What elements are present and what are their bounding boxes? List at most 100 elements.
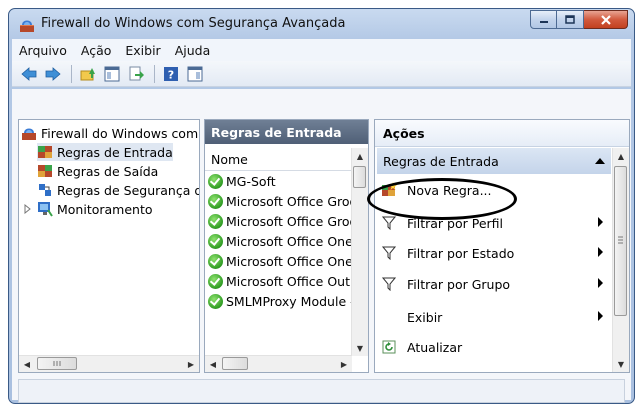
- filter-icon: [381, 215, 397, 231]
- tree-item-regras-de-seguranca[interactable]: Regras de Segurança de: [37, 181, 199, 199]
- main-window: Firewall do Windows com Segurança Avança…: [8, 8, 635, 404]
- action-exibir[interactable]: Exibir: [381, 306, 607, 328]
- scroll-up-icon[interactable]: ▲: [613, 148, 629, 164]
- tree-root-item[interactable]: Firewall do Windows com S: [21, 124, 200, 142]
- help-icon: ?: [164, 66, 178, 81]
- scroll-right-icon[interactable]: ▶: [336, 356, 352, 372]
- actions-section-label: Regras de Entrada: [383, 153, 499, 169]
- rule-name: Microsoft Office Groove: [226, 194, 352, 209]
- tree-item-label: Regras de Saída: [57, 163, 159, 179]
- actions-title: Ações: [375, 120, 629, 147]
- console-tree: Firewall do Windows com S Regras de Entr…: [18, 119, 200, 373]
- maximize-button[interactable]: [557, 10, 584, 29]
- submenu-arrow-icon: [598, 311, 603, 321]
- actions-vertical-scrollbar[interactable]: ▲ ▼: [612, 148, 629, 372]
- tree-item-regras-de-entrada[interactable]: Regras de Entrada: [37, 143, 173, 161]
- scroll-down-icon[interactable]: ▼: [613, 356, 629, 372]
- submenu-arrow-icon: [598, 217, 603, 227]
- rule-row[interactable]: Microsoft Office Groove: [208, 192, 352, 211]
- tree-item-label: Regras de Entrada: [57, 144, 173, 160]
- column-header-label: Nome: [211, 151, 248, 167]
- submenu-arrow-icon: [598, 247, 603, 257]
- tree-item-regras-de-saida[interactable]: Regras de Saída: [37, 162, 158, 180]
- firewall-icon: [22, 128, 36, 140]
- collapse-arrow-icon[interactable]: [595, 157, 605, 165]
- actions-section-header[interactable]: Regras de Entrada: [377, 148, 611, 174]
- back-icon: [21, 66, 37, 81]
- rule-row[interactable]: SMLMProxy Module - F: [208, 292, 352, 311]
- submenu-arrow-icon: [598, 278, 603, 288]
- action-label: Atualizar: [407, 339, 463, 355]
- action-filtrar-por-grupo[interactable]: Filtrar por Grupo: [381, 273, 607, 295]
- menu-exibir[interactable]: Exibir: [118, 43, 167, 58]
- minimize-button[interactable]: [530, 10, 557, 29]
- tree-scroll-thumb[interactable]: [37, 357, 77, 370]
- column-header-nome[interactable]: Nome: [205, 148, 352, 171]
- forward-button[interactable]: [42, 64, 64, 84]
- highlight-oval: [367, 178, 517, 220]
- rule-name: Microsoft Office OneNo: [226, 234, 352, 249]
- rule-name: Microsoft Office Groove: [226, 214, 352, 229]
- show-hide-action-pane-icon: [187, 66, 203, 81]
- export-icon: [129, 66, 144, 80]
- rules-pane-header: Regras de Entrada: [205, 120, 368, 144]
- rule-row[interactable]: MG-Soft: [208, 172, 352, 191]
- rule-row[interactable]: Microsoft Office Groove: [208, 212, 352, 231]
- rules-scroll-thumb[interactable]: [353, 166, 366, 188]
- actions-pane: Ações Regras de Entrada Nova Regra... Fi…: [374, 119, 630, 373]
- rule-name: Microsoft Office OneNo: [226, 254, 352, 269]
- grip-icon: [53, 361, 61, 366]
- tree-item-monitoramento[interactable]: Monitoramento: [23, 200, 153, 218]
- forward-icon: [45, 66, 61, 81]
- content-area: Firewall do Windows com S Regras de Entr…: [12, 89, 631, 403]
- monitoring-icon: [38, 202, 53, 217]
- inbound-rules-icon: [38, 146, 52, 158]
- refresh-icon: [381, 339, 397, 355]
- scroll-up-icon[interactable]: ▲: [352, 148, 368, 164]
- up-folder-button[interactable]: [77, 64, 99, 84]
- enabled-check-icon: [208, 234, 223, 249]
- rules-hscroll-thumb[interactable]: [222, 357, 248, 370]
- help-button[interactable]: ?: [160, 64, 182, 84]
- rule-row[interactable]: Microsoft Office OneNo: [208, 252, 352, 271]
- scroll-right-icon[interactable]: ▶: [183, 356, 199, 372]
- close-icon: [600, 14, 611, 25]
- back-button[interactable]: [18, 64, 40, 84]
- show-hide-console-tree-button[interactable]: [101, 64, 123, 84]
- action-label: Filtrar por Estado: [407, 245, 515, 261]
- tree-horizontal-scrollbar[interactable]: ◀ ▶: [19, 355, 199, 372]
- outbound-rules-icon: [38, 165, 52, 177]
- scroll-left-icon[interactable]: ◀: [205, 356, 221, 372]
- menu-ajuda[interactable]: Ajuda: [168, 43, 218, 58]
- rule-row[interactable]: Microsoft Office OneNo: [208, 232, 352, 251]
- enabled-check-icon: [208, 254, 223, 269]
- close-button[interactable]: [584, 10, 628, 29]
- rule-name: SMLMProxy Module - F: [226, 294, 352, 309]
- tree-root-label: Firewall do Windows com S: [41, 125, 200, 141]
- window-controls: [530, 10, 628, 30]
- show-hide-action-pane-button[interactable]: [184, 64, 206, 84]
- filter-icon: [381, 245, 397, 261]
- enabled-check-icon: [208, 214, 223, 229]
- tree-item-label: Monitoramento: [57, 201, 153, 217]
- rules-vertical-scrollbar[interactable]: ▲ ▼: [351, 148, 368, 356]
- action-filtrar-por-estado[interactable]: Filtrar por Estado: [381, 242, 607, 264]
- grip-icon: [618, 236, 623, 244]
- menu-arquivo[interactable]: Arquivo: [12, 43, 74, 58]
- rules-horizontal-scrollbar[interactable]: ◀ ▶: [205, 355, 352, 372]
- expand-arrow-icon[interactable]: [23, 204, 33, 214]
- blank-icon: [381, 309, 397, 325]
- action-atualizar[interactable]: Atualizar: [381, 336, 607, 358]
- show-hide-console-tree-icon: [104, 66, 120, 81]
- export-button[interactable]: [125, 64, 147, 84]
- connection-security-icon: [39, 184, 51, 196]
- enabled-check-icon: [208, 194, 223, 209]
- menu-acao[interactable]: Ação: [74, 43, 119, 58]
- minimize-icon: [539, 20, 548, 23]
- actions-scroll-thumb[interactable]: [614, 166, 627, 316]
- scroll-left-icon[interactable]: ◀: [19, 356, 35, 372]
- menu-bar: Arquivo Ação Exibir Ajuda: [12, 39, 631, 62]
- rule-row[interactable]: Microsoft Office Outloo: [208, 272, 352, 291]
- title-bar[interactable]: Firewall do Windows com Segurança Avança…: [9, 9, 634, 39]
- scroll-down-icon[interactable]: ▼: [352, 340, 368, 356]
